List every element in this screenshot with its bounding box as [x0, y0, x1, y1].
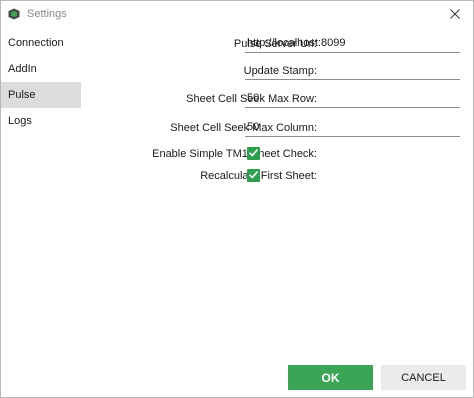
check-icon	[248, 145, 259, 163]
recalculate-first-sheet-checkbox[interactable]	[247, 169, 260, 182]
sidebar-item-pulse[interactable]: Pulse	[1, 82, 81, 108]
title-bar[interactable]: Settings	[1, 1, 473, 27]
sidebar-item-connection[interactable]: Connection	[1, 30, 81, 56]
sidebar-item-logs[interactable]: Logs	[1, 108, 81, 134]
app-icon	[8, 7, 20, 20]
ok-button[interactable]: OK	[288, 365, 373, 390]
recalculate-row: Recalculate First Sheet:	[81, 167, 473, 191]
enable-simple-tm1-sheet-check-checkbox[interactable]	[247, 147, 260, 160]
sheet-cell-seek-max-row-input[interactable]	[245, 88, 460, 108]
max-column-row: Sheet Cell Seek Max Column:	[81, 117, 473, 141]
sheet-cell-seek-max-column-input[interactable]	[245, 117, 460, 137]
window-title: Settings	[27, 8, 67, 20]
sidebar-item-label: Logs	[8, 115, 32, 127]
pulse-server-url-row: Pulse Server Url:	[81, 33, 473, 57]
tm1-check-row: Enable Simple TM1 Sheet Check:	[81, 145, 473, 169]
update-stamp-input[interactable]	[245, 60, 460, 80]
sidebar-item-label: Pulse	[8, 89, 36, 101]
close-button[interactable]	[437, 1, 473, 27]
sidebar-item-addin[interactable]: AddIn	[1, 56, 81, 82]
max-row-row: Sheet Cell Seek Max Row:	[81, 88, 473, 112]
enable-simple-tm1-sheet-check-label: Enable Simple TM1 Sheet Check:	[152, 148, 317, 160]
close-icon	[450, 9, 460, 19]
settings-window: Settings Connection AddIn Pulse Logs Pul…	[0, 0, 474, 398]
settings-sidebar: Connection AddIn Pulse Logs	[1, 30, 81, 134]
cancel-button[interactable]: CANCEL	[381, 365, 466, 390]
sidebar-item-label: Connection	[8, 37, 64, 49]
pulse-server-url-input[interactable]	[245, 33, 460, 53]
sidebar-item-label: AddIn	[8, 63, 37, 75]
update-stamp-row: Update Stamp:	[81, 60, 473, 84]
check-icon	[248, 167, 259, 185]
